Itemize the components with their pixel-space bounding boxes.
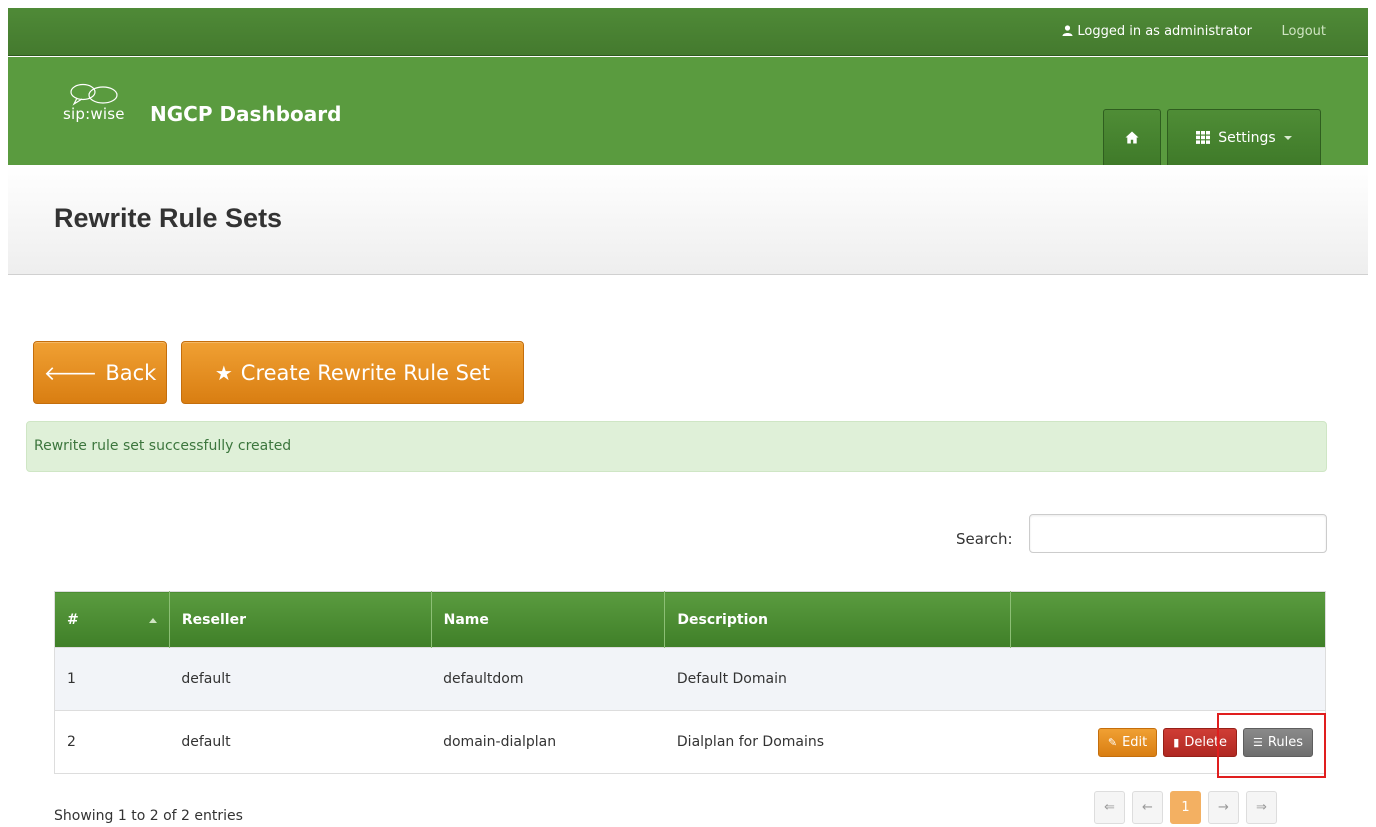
next-page-button[interactable]: → [1208, 791, 1239, 824]
edit-icon: ✎ [1107, 735, 1118, 749]
pagination: ⇐ ← 1 → ⇒ [1094, 791, 1277, 824]
home-button[interactable] [1103, 109, 1161, 165]
create-label: Create Rewrite Rule Set [240, 360, 491, 385]
logout-link[interactable]: Logout [1281, 24, 1326, 39]
table-header-row: # Reseller Name Description [54, 591, 1326, 648]
cell-actions: ✎ Edit ▮ Delete ☰ Rules [1010, 710, 1326, 774]
column-header-reseller[interactable]: Reseller [169, 591, 432, 648]
cell-actions [1010, 647, 1326, 711]
cell-name: defaultdom [431, 647, 665, 711]
settings-label: Settings [1218, 129, 1276, 146]
cell-id: 1 [54, 647, 170, 711]
cell-name: domain-dialplan [431, 710, 665, 774]
page-1-button[interactable]: 1 [1170, 791, 1201, 824]
user-icon [1062, 25, 1073, 36]
table-info: Showing 1 to 2 of 2 entries [54, 808, 243, 824]
last-page-button[interactable]: ⇒ [1246, 791, 1277, 824]
brand-bar: sip:wise NGCP Dashboard Settings [8, 57, 1368, 165]
sort-asc-icon [148, 618, 157, 623]
prev-page-button[interactable]: ← [1132, 791, 1163, 824]
star-icon: ★ [214, 360, 233, 385]
page-title: Rewrite Rule Sets [54, 203, 283, 233]
list-icon: ☰ [1253, 735, 1263, 749]
table-row[interactable]: 2 default domain-dialplan Dialplan for D… [54, 710, 1326, 774]
logo-text: sip:wise [63, 105, 125, 123]
column-header-id[interactable]: # [54, 591, 170, 648]
edit-label: Edit [1122, 734, 1148, 750]
first-page-button[interactable]: ⇐ [1094, 791, 1125, 824]
search-input[interactable] [1029, 514, 1327, 553]
table-row[interactable]: 1 default defaultdom Default Domain [54, 647, 1326, 711]
logged-in-label: Logged in as administrator [1077, 24, 1252, 39]
rules-label: Rules [1267, 734, 1303, 750]
top-bar: Logged in as administrator Logout [8, 8, 1368, 56]
row-action-buttons: ✎ Edit ▮ Delete ☰ Rules [1023, 727, 1313, 757]
search-label: Search: [956, 530, 1013, 548]
app-title: NGCP Dashboard [150, 102, 342, 126]
rule-sets-table: # Reseller Name Description 1 default de… [54, 591, 1326, 774]
create-rewrite-rule-set-button[interactable]: ★ Create Rewrite Rule Set [181, 341, 524, 404]
grid-icon [1196, 131, 1211, 144]
caret-down-icon [1283, 135, 1292, 140]
back-button[interactable]: 🡐 Back [33, 341, 167, 404]
logged-in-text: Logged in as administrator [1062, 24, 1252, 39]
delete-button[interactable]: ▮ Delete [1163, 727, 1238, 757]
trash-icon: ▮ [1173, 735, 1180, 749]
column-header-actions [1010, 591, 1326, 648]
cell-description: Default Domain [664, 647, 1011, 711]
edit-button[interactable]: ✎ Edit [1097, 727, 1158, 757]
cell-id: 2 [54, 710, 170, 774]
column-header-description[interactable]: Description [664, 591, 1012, 648]
logo-bubbles-icon [70, 83, 118, 106]
column-header-name[interactable]: Name [431, 591, 666, 648]
rules-button[interactable]: ☰ Rules [1243, 727, 1313, 757]
cell-reseller: default [169, 647, 432, 711]
page-header: Rewrite Rule Sets [8, 165, 1368, 275]
back-label: Back [105, 360, 157, 385]
arrow-left-icon: 🡐 [43, 360, 98, 385]
cell-description: Dialplan for Domains [664, 710, 1011, 774]
cell-reseller: default [169, 710, 432, 774]
home-icon [1125, 131, 1139, 144]
success-alert: Rewrite rule set successfully created [26, 421, 1327, 472]
delete-label: Delete [1184, 734, 1228, 750]
settings-menu-button[interactable]: Settings [1167, 109, 1321, 165]
